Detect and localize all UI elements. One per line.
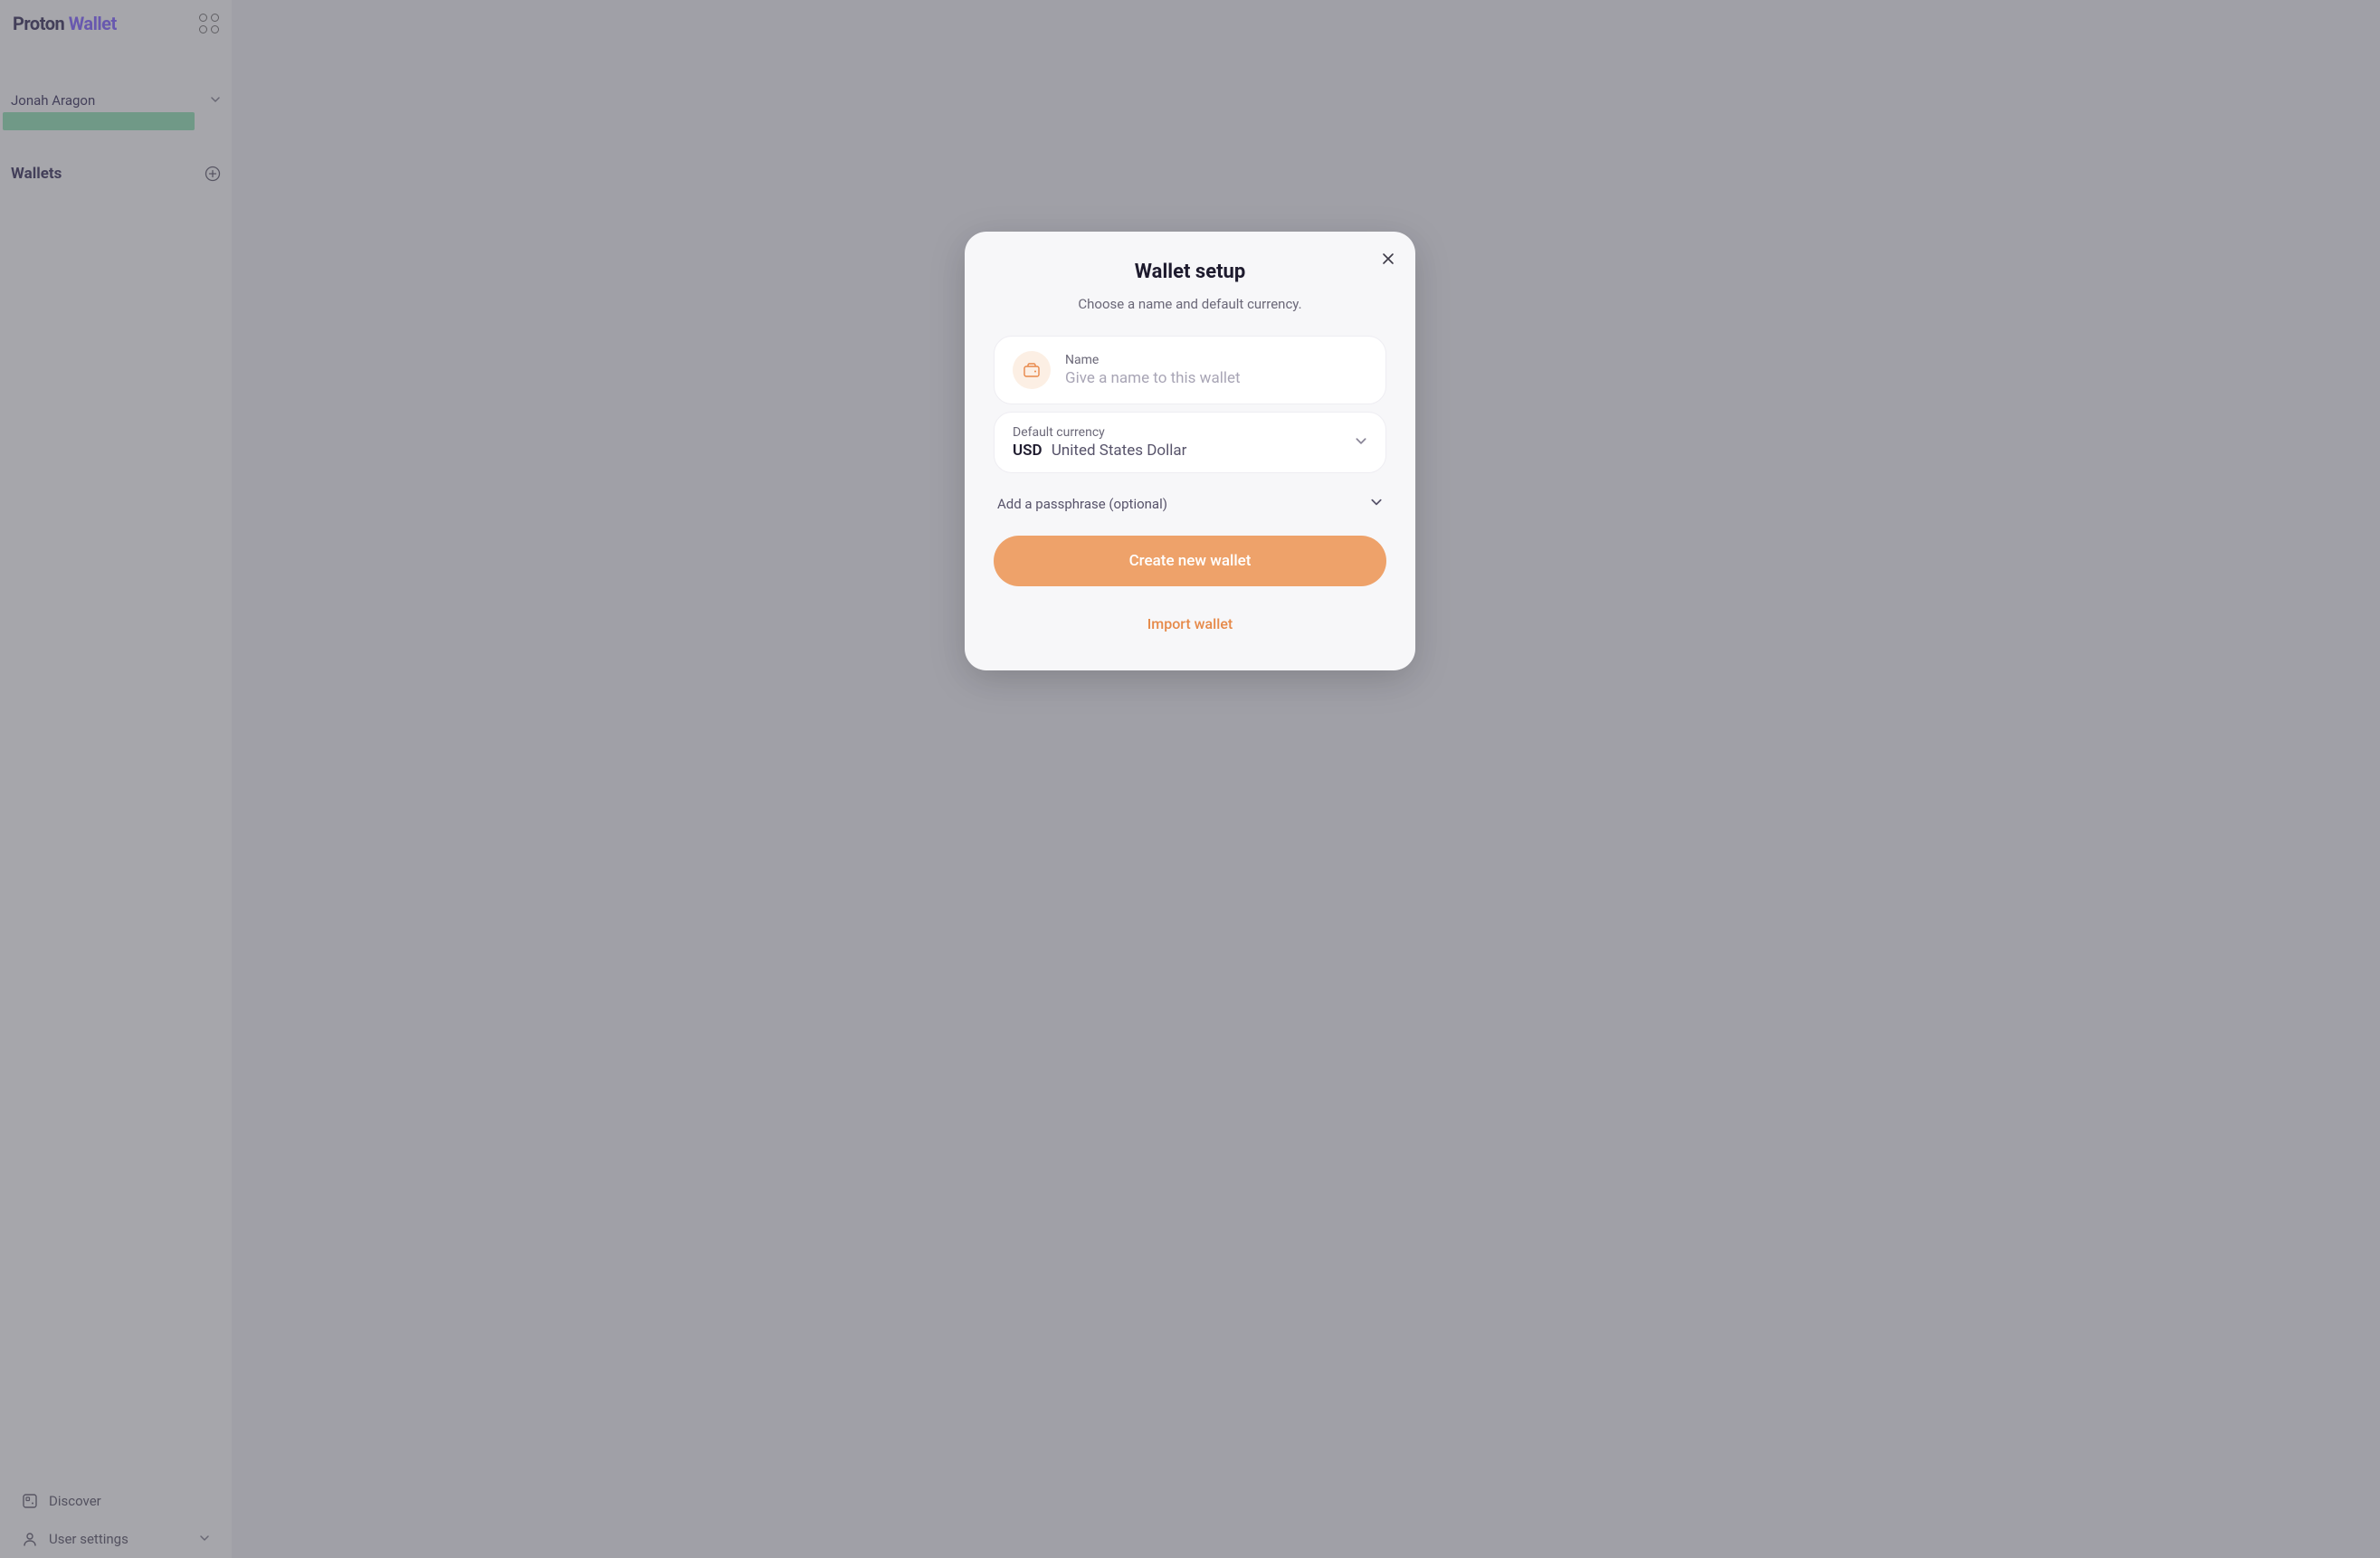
currency-select[interactable]: Default currency USD United States Dolla… — [994, 412, 1386, 473]
currency-name: United States Dollar — [1052, 442, 1187, 460]
modal-subtitle: Choose a name and default currency. — [994, 296, 1386, 312]
name-field-card: Name — [994, 336, 1386, 404]
close-button[interactable] — [1377, 248, 1399, 270]
create-wallet-button[interactable]: Create new wallet — [994, 536, 1386, 586]
modal-title: Wallet setup — [994, 261, 1386, 283]
wallet-name-input[interactable] — [1065, 369, 1367, 387]
currency-code: USD — [1013, 442, 1042, 460]
modal-overlay[interactable]: Wallet setup Choose a name and default c… — [0, 0, 2380, 1558]
passphrase-label: Add a passphrase (optional) — [997, 496, 1167, 512]
wallet-setup-modal: Wallet setup Choose a name and default c… — [965, 232, 1415, 670]
close-icon — [1381, 252, 1395, 266]
chevron-down-icon — [1355, 434, 1367, 451]
currency-value: USD United States Dollar — [1013, 442, 1367, 460]
passphrase-toggle[interactable]: Add a passphrase (optional) — [994, 495, 1386, 512]
currency-field-label: Default currency — [1013, 425, 1367, 440]
chevron-down-icon — [1370, 495, 1383, 512]
wallet-icon — [1013, 351, 1051, 389]
name-field-label: Name — [1065, 353, 1367, 367]
import-wallet-button[interactable]: Import wallet — [994, 608, 1386, 640]
